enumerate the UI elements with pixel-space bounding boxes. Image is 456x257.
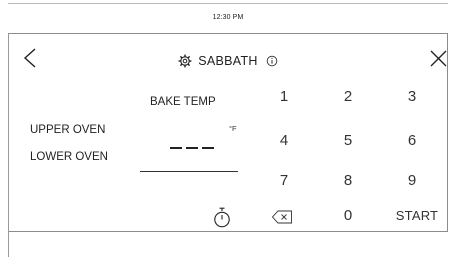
keypad-key-0[interactable]: 0 xyxy=(330,204,366,228)
top-divider xyxy=(8,3,448,4)
info-icon[interactable] xyxy=(266,55,278,67)
keypad-key-4[interactable]: 4 xyxy=(266,129,302,153)
temp-digit-placeholder xyxy=(202,147,214,149)
close-icon xyxy=(430,50,447,67)
keypad-key-2[interactable]: 2 xyxy=(330,85,366,109)
gear-icon xyxy=(178,54,192,68)
temp-input-underline xyxy=(140,171,238,172)
page-title: SABBATH xyxy=(198,54,258,68)
keypad-key-3[interactable]: 3 xyxy=(394,85,430,109)
timer-button[interactable] xyxy=(212,207,232,229)
keypad-key-1[interactable]: 1 xyxy=(266,85,302,109)
backspace-button[interactable] xyxy=(271,209,293,225)
upper-oven-option[interactable]: UPPER OVEN xyxy=(30,124,105,136)
lower-oven-option[interactable]: LOWER OVEN xyxy=(30,151,108,163)
start-button[interactable]: START xyxy=(389,204,445,228)
bake-temp-label: BAKE TEMP xyxy=(150,96,216,108)
temp-digit-placeholder xyxy=(170,147,182,149)
keypad-key-8[interactable]: 8 xyxy=(330,169,366,193)
keypad-key-7[interactable]: 7 xyxy=(266,169,302,193)
temp-digit-placeholder xyxy=(186,147,198,149)
status-time: 12:30 PM xyxy=(212,14,244,21)
backspace-icon xyxy=(271,210,292,224)
frame-edge xyxy=(8,230,9,257)
close-button[interactable] xyxy=(426,45,456,75)
timer-icon xyxy=(214,207,230,228)
header-title-group: SABBATH xyxy=(0,52,456,70)
temp-unit: °F xyxy=(229,124,237,133)
keypad-key-9[interactable]: 9 xyxy=(394,169,430,193)
keypad-key-6[interactable]: 6 xyxy=(394,129,430,153)
keypad-key-5[interactable]: 5 xyxy=(330,129,366,153)
